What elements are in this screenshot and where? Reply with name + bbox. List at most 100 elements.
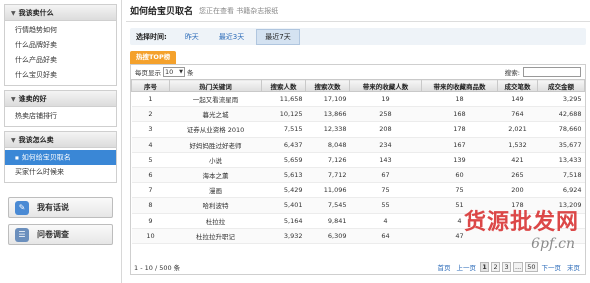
page-number[interactable]: 3: [502, 262, 512, 272]
sidebar-item-buyer-time[interactable]: 买家什么时候来: [5, 165, 116, 180]
page-title: 如何给宝贝取名: [130, 7, 194, 17]
table-cell: 178: [497, 197, 538, 214]
time-option-yesterday[interactable]: 昨天: [177, 30, 207, 44]
table-cell: [537, 213, 585, 229]
table-cell: 4: [421, 213, 498, 229]
table-cell: 200: [497, 182, 538, 199]
sidebar-group-header[interactable]: ▼ 谁卖的好: [5, 91, 116, 107]
table-cell: [497, 228, 538, 244]
table-cell: 5,401: [261, 197, 306, 214]
table-cell: 6,309: [305, 228, 350, 244]
col-header-rank[interactable]: 序号: [131, 79, 170, 92]
col-header-orders[interactable]: 成交笔数: [497, 79, 538, 92]
sidebar-item-market-trend[interactable]: 行情趋势如何: [5, 23, 116, 38]
search-input[interactable]: [523, 67, 581, 77]
col-header-keyword[interactable]: 热门关键词: [169, 79, 262, 92]
group-title: 我该卖什么: [18, 9, 54, 17]
per-page-select[interactable]: 10 ▼: [163, 67, 185, 77]
col-header-searchers[interactable]: 搜索人数: [261, 79, 306, 92]
table-cell: 13,433: [537, 152, 585, 168]
table-cell: 4: [349, 213, 422, 229]
table-row: 10 杜拉拉升职记 3,932 6,309 64 47: [131, 228, 585, 244]
table-cell[interactable]: 小说: [169, 152, 262, 168]
table-cell: 6,437: [261, 137, 306, 153]
sidebar-item-shop-ranking[interactable]: 热卖店铺排行: [5, 109, 116, 124]
table-cell: 18: [421, 91, 498, 108]
per-page-suffix: 条: [187, 69, 194, 77]
table-cell: 1: [131, 91, 170, 108]
survey-button[interactable]: ☰ 问卷调查: [8, 224, 113, 245]
sidebar: ▼ 我该卖什么 行情趋势如何 什么品牌好卖 什么产品好卖 什么宝贝好卖 ▼ 谁卖的好…: [0, 0, 122, 283]
table-cell: 7,515: [261, 121, 306, 138]
table-cell: 5,164: [261, 213, 306, 229]
table-cell: 35,677: [537, 137, 585, 153]
table-cell: 5,659: [261, 152, 306, 168]
col-header-amount[interactable]: 成交金额: [537, 79, 585, 92]
col-header-fav-people[interactable]: 带来的收藏人数: [349, 79, 422, 92]
page-number[interactable]: 1: [480, 262, 490, 272]
table-row: 6 海本之薰 5,613 7,712 67 60 265 7,518: [131, 167, 585, 184]
table-toolbar: 每页显示 10 ▼ 条 搜索:: [131, 65, 585, 79]
search-label: 搜索:: [504, 69, 520, 77]
table-footer: 1 - 10 / 500 条 首页 上一页 1 2 3 ... 50 下一页 末…: [131, 260, 585, 274]
per-page-prefix: 每页显示: [135, 69, 161, 77]
table-cell: 9: [131, 213, 170, 229]
col-header-searches[interactable]: 搜索次数: [305, 79, 350, 92]
table-row: 1 一起又看流星雨 11,658 17,109 19 18 149 3,295: [131, 91, 585, 108]
page-ellipsis: ...: [513, 262, 524, 272]
hot-search-panel: 每页显示 10 ▼ 条 搜索: 序号 热门关键词 搜索人数 搜索次数 带来的收藏人…: [130, 64, 586, 275]
group-title: 谁卖的好: [18, 95, 47, 103]
time-option-7days[interactable]: 最近7天: [256, 28, 300, 45]
sidebar-item-item[interactable]: 什么宝贝好卖: [5, 68, 116, 83]
record-info: 1 - 10 / 500 条: [134, 264, 181, 272]
table-cell: 51: [421, 197, 498, 214]
table-cell: 143: [349, 152, 422, 168]
table-cell: 139: [421, 152, 498, 168]
table-cell: 258: [349, 106, 422, 123]
table-cell: 265: [497, 167, 538, 184]
page-first[interactable]: 首页: [436, 262, 453, 272]
table-cell: 6,924: [537, 182, 585, 199]
table-cell: 167: [421, 137, 498, 153]
table-cell[interactable]: 暮光之城: [169, 106, 262, 123]
tab-hot-search[interactable]: 热搜TOP榜: [130, 51, 177, 64]
table-cell: 42,688: [537, 106, 585, 123]
sidebar-item-product[interactable]: 什么产品好卖: [5, 53, 116, 68]
table-cell[interactable]: 漫画: [169, 182, 262, 199]
table-row: 3 证券从业资格 2010 7,515 12,338 208 178 2,021 78,660: [131, 121, 585, 138]
table-cell[interactable]: 一起又看流星雨: [169, 91, 262, 108]
page-next[interactable]: 下一页: [540, 262, 564, 272]
keyword-table: 序号 热门关键词 搜索人数 搜索次数 带来的收藏人数 带来的收藏商品数 成交笔数…: [131, 79, 585, 244]
col-header-fav-items[interactable]: 带来的收藏商品数: [421, 79, 498, 92]
page-number[interactable]: 2: [491, 262, 501, 272]
table-cell: 12,338: [305, 121, 350, 138]
table-cell[interactable]: 哈利波特: [169, 197, 262, 214]
page-number[interactable]: 50: [525, 262, 538, 272]
sidebar-group-what-to-sell: ▼ 我该卖什么 行情趋势如何 什么品牌好卖 什么产品好卖 什么宝贝好卖: [4, 4, 117, 86]
sidebar-item-naming[interactable]: 如何给宝贝取名: [5, 150, 116, 165]
group-title: 我该怎么卖: [18, 136, 54, 144]
sidebar-group-header[interactable]: ▼ 我该卖什么: [5, 5, 116, 21]
sidebar-group-header[interactable]: ▼ 我该怎么卖: [5, 132, 116, 148]
survey-icon: ☰: [15, 227, 29, 242]
feedback-button-label: 我有话说: [37, 203, 69, 212]
table-cell: 3,295: [537, 91, 585, 108]
table-cell: 9,841: [305, 213, 350, 229]
page-last[interactable]: 末页: [565, 262, 582, 272]
feedback-button[interactable]: ✎ 我有话说: [8, 197, 113, 218]
table-cell[interactable]: 海本之薰: [169, 167, 262, 184]
table-cell: 17,109: [305, 91, 350, 108]
pagination: 首页 上一页 1 2 3 ... 50 下一页 末页: [436, 262, 582, 272]
page-prev[interactable]: 上一页: [455, 262, 479, 272]
table-cell[interactable]: 杜拉拉升职记: [169, 228, 262, 244]
table-row: 5 小说 5,659 7,126 143 139 421 13,433: [131, 152, 585, 168]
table-cell[interactable]: 好妈妈胜过好老师: [169, 137, 262, 153]
table-cell[interactable]: 杜拉拉: [169, 213, 262, 229]
survey-button-label: 问卷调查: [37, 230, 69, 239]
time-option-3days[interactable]: 最近3天: [211, 30, 252, 44]
sidebar-item-brand[interactable]: 什么品牌好卖: [5, 38, 116, 53]
table-cell: 5,429: [261, 182, 306, 199]
table-cell: 234: [349, 137, 422, 153]
table-cell: 47: [421, 228, 498, 244]
table-cell[interactable]: 证券从业资格 2010: [169, 121, 262, 138]
